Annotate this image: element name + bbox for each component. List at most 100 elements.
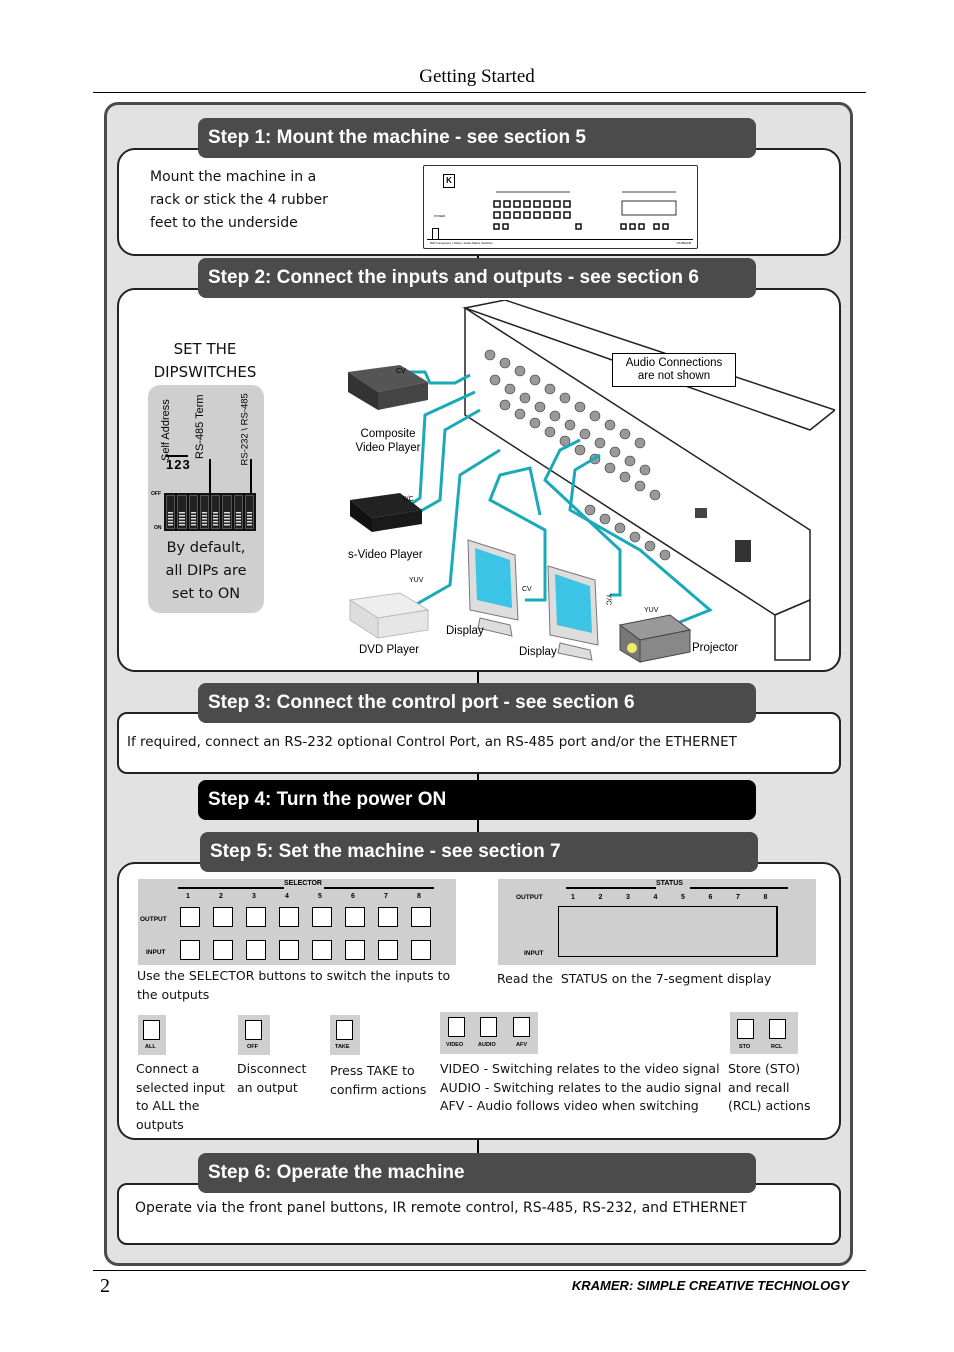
dip-note-line: By default, [166, 540, 246, 556]
dipswitch[interactable] [222, 495, 232, 529]
memory-button-group: STO RCL [730, 1012, 798, 1054]
dipswitch-lever [179, 512, 185, 526]
dipswitch-card: Self Address RS-485 Term RS-232 \ RS-485… [148, 385, 264, 613]
status-output-label: OUTPUT [516, 894, 543, 901]
selector-title: SELECTOR [284, 880, 322, 887]
dipswitch-lever [246, 512, 252, 526]
front-panel-illustration: K POWER 8x8 Component / Video / Audio Ma… [423, 165, 698, 249]
selector-output-button[interactable] [312, 907, 332, 927]
dipswitch[interactable] [177, 495, 187, 529]
label-rs232-rs485: RS-232 \ RS-485 [239, 393, 251, 466]
caption-line: Connect a [136, 1061, 200, 1076]
dipswitch-heading-line: SET THE [173, 340, 237, 358]
selector-output-button[interactable] [345, 907, 365, 927]
caption-line: outputs [136, 1116, 184, 1132]
selector-input-button[interactable] [213, 940, 233, 960]
selector-number: 8 [417, 893, 421, 900]
dip-on-label: ON [154, 525, 162, 531]
caption-line: Press TAKE to [330, 1063, 415, 1078]
afv-button[interactable] [513, 1017, 530, 1037]
status-number: 4 [653, 894, 658, 901]
step1-title: Step 1: Mount the machine - see section … [208, 127, 586, 148]
front-panel-controls [493, 191, 677, 230]
all-button-group: ALL [138, 1015, 166, 1055]
selector-caption-line: Use the SELECTOR buttons to switch the i… [137, 968, 451, 983]
label-self-address: Self Address [160, 399, 172, 461]
dipswitch-bank [164, 493, 256, 531]
selector-input-button[interactable] [345, 940, 365, 960]
selector-output-button[interactable] [411, 907, 431, 927]
selector-input-button[interactable] [279, 940, 299, 960]
front-panel-rule [427, 239, 693, 240]
status-title: STATUS [656, 880, 683, 887]
video-button-label: VIDEO [446, 1042, 464, 1048]
dipswitch[interactable] [244, 495, 254, 529]
selector-number: 4 [285, 893, 289, 900]
selector-input-button[interactable] [411, 940, 431, 960]
signal-yuv-out: YUV [644, 607, 659, 614]
selector-output-button[interactable] [180, 907, 200, 927]
composite-label-line: Video Player [355, 441, 421, 454]
mode-button-group: VIDEO AUDIO AFV [440, 1012, 538, 1054]
step2-title: Step 2: Connect the inputs and outputs -… [208, 267, 699, 288]
off-button[interactable] [245, 1020, 262, 1040]
step3-title: Step 3: Connect the control port - see s… [208, 692, 635, 713]
all-button[interactable] [143, 1020, 160, 1040]
off-caption: Disconnect an output [237, 1060, 306, 1097]
selector-output-button[interactable] [246, 907, 266, 927]
power-label: POWER [434, 214, 446, 218]
status-caption: Read the STATUS on the 7-segment display [497, 971, 772, 986]
signal-yuv-in: YUV [409, 577, 424, 584]
caption-line: AUDIO - Switching relates to the audio s… [440, 1079, 722, 1095]
label-composite-player: Composite Video Player [348, 428, 428, 455]
step6-title: Step 6: Operate the machine [208, 1162, 465, 1183]
dipswitch[interactable] [211, 495, 221, 529]
dipswitch-lever [213, 512, 219, 526]
audio-button[interactable] [480, 1017, 497, 1037]
audio-note-line: are not shown [637, 370, 711, 382]
afv-button-label: AFV [516, 1042, 527, 1048]
dipswitch-heading: SET THE DIPSWITCHES [140, 338, 270, 384]
caption-line: selected input [136, 1079, 225, 1095]
step1-text: Mount the machine in a rack or stick the… [150, 166, 328, 235]
selector-output-button[interactable] [378, 907, 398, 927]
rcl-button[interactable] [769, 1019, 786, 1039]
page-number: 2 [100, 1275, 110, 1297]
selector-number: 7 [384, 893, 388, 900]
selector-input-button[interactable] [246, 940, 266, 960]
selector-output-button[interactable] [213, 907, 233, 927]
caption-line: and recall [728, 1079, 790, 1095]
signal-cv-out: CV [522, 586, 532, 593]
audio-note: Audio Connections are not shown [612, 353, 736, 387]
rcl-button-label: RCL [771, 1044, 783, 1050]
caption-line: AFV - Audio follows video when switching [440, 1098, 699, 1113]
caption-line: (RCL) actions [728, 1098, 811, 1113]
dipswitch[interactable] [199, 495, 209, 529]
selector-output-button[interactable] [279, 907, 299, 927]
selector-input-button[interactable] [378, 940, 398, 960]
sto-button[interactable] [737, 1019, 754, 1039]
label-rs485-term: RS-485 Term [194, 394, 206, 459]
step1-line: rack or stick the 4 rubber [150, 192, 328, 208]
selector-number: 3 [252, 893, 256, 900]
audio-button-label: AUDIO [478, 1042, 496, 1048]
dipswitch[interactable] [188, 495, 198, 529]
model-caption: 8x8 Component / Video / Audio Matrix Swi… [430, 241, 493, 245]
dip-numbers: 123 [166, 457, 191, 472]
all-caption: Connect a selected input to ALL the outp… [136, 1060, 225, 1134]
video-button[interactable] [448, 1017, 465, 1037]
dipswitch-lever [190, 512, 196, 526]
dipswitch[interactable] [166, 495, 176, 529]
selector-input-button[interactable] [180, 940, 200, 960]
take-caption: Press TAKE to confirm actions [330, 1062, 426, 1099]
ethernet-port [695, 508, 707, 518]
selector-number: 6 [351, 893, 355, 900]
dipswitch[interactable] [233, 495, 243, 529]
caption-line: VIDEO - Switching relates to the video s… [440, 1061, 720, 1076]
status-number: 1 [571, 894, 575, 901]
selector-input-button[interactable] [312, 940, 332, 960]
take-button[interactable] [336, 1020, 353, 1040]
selector-number: 1 [186, 893, 190, 900]
status-rule-left [566, 887, 656, 889]
take-button-label: TAKE [335, 1044, 350, 1050]
